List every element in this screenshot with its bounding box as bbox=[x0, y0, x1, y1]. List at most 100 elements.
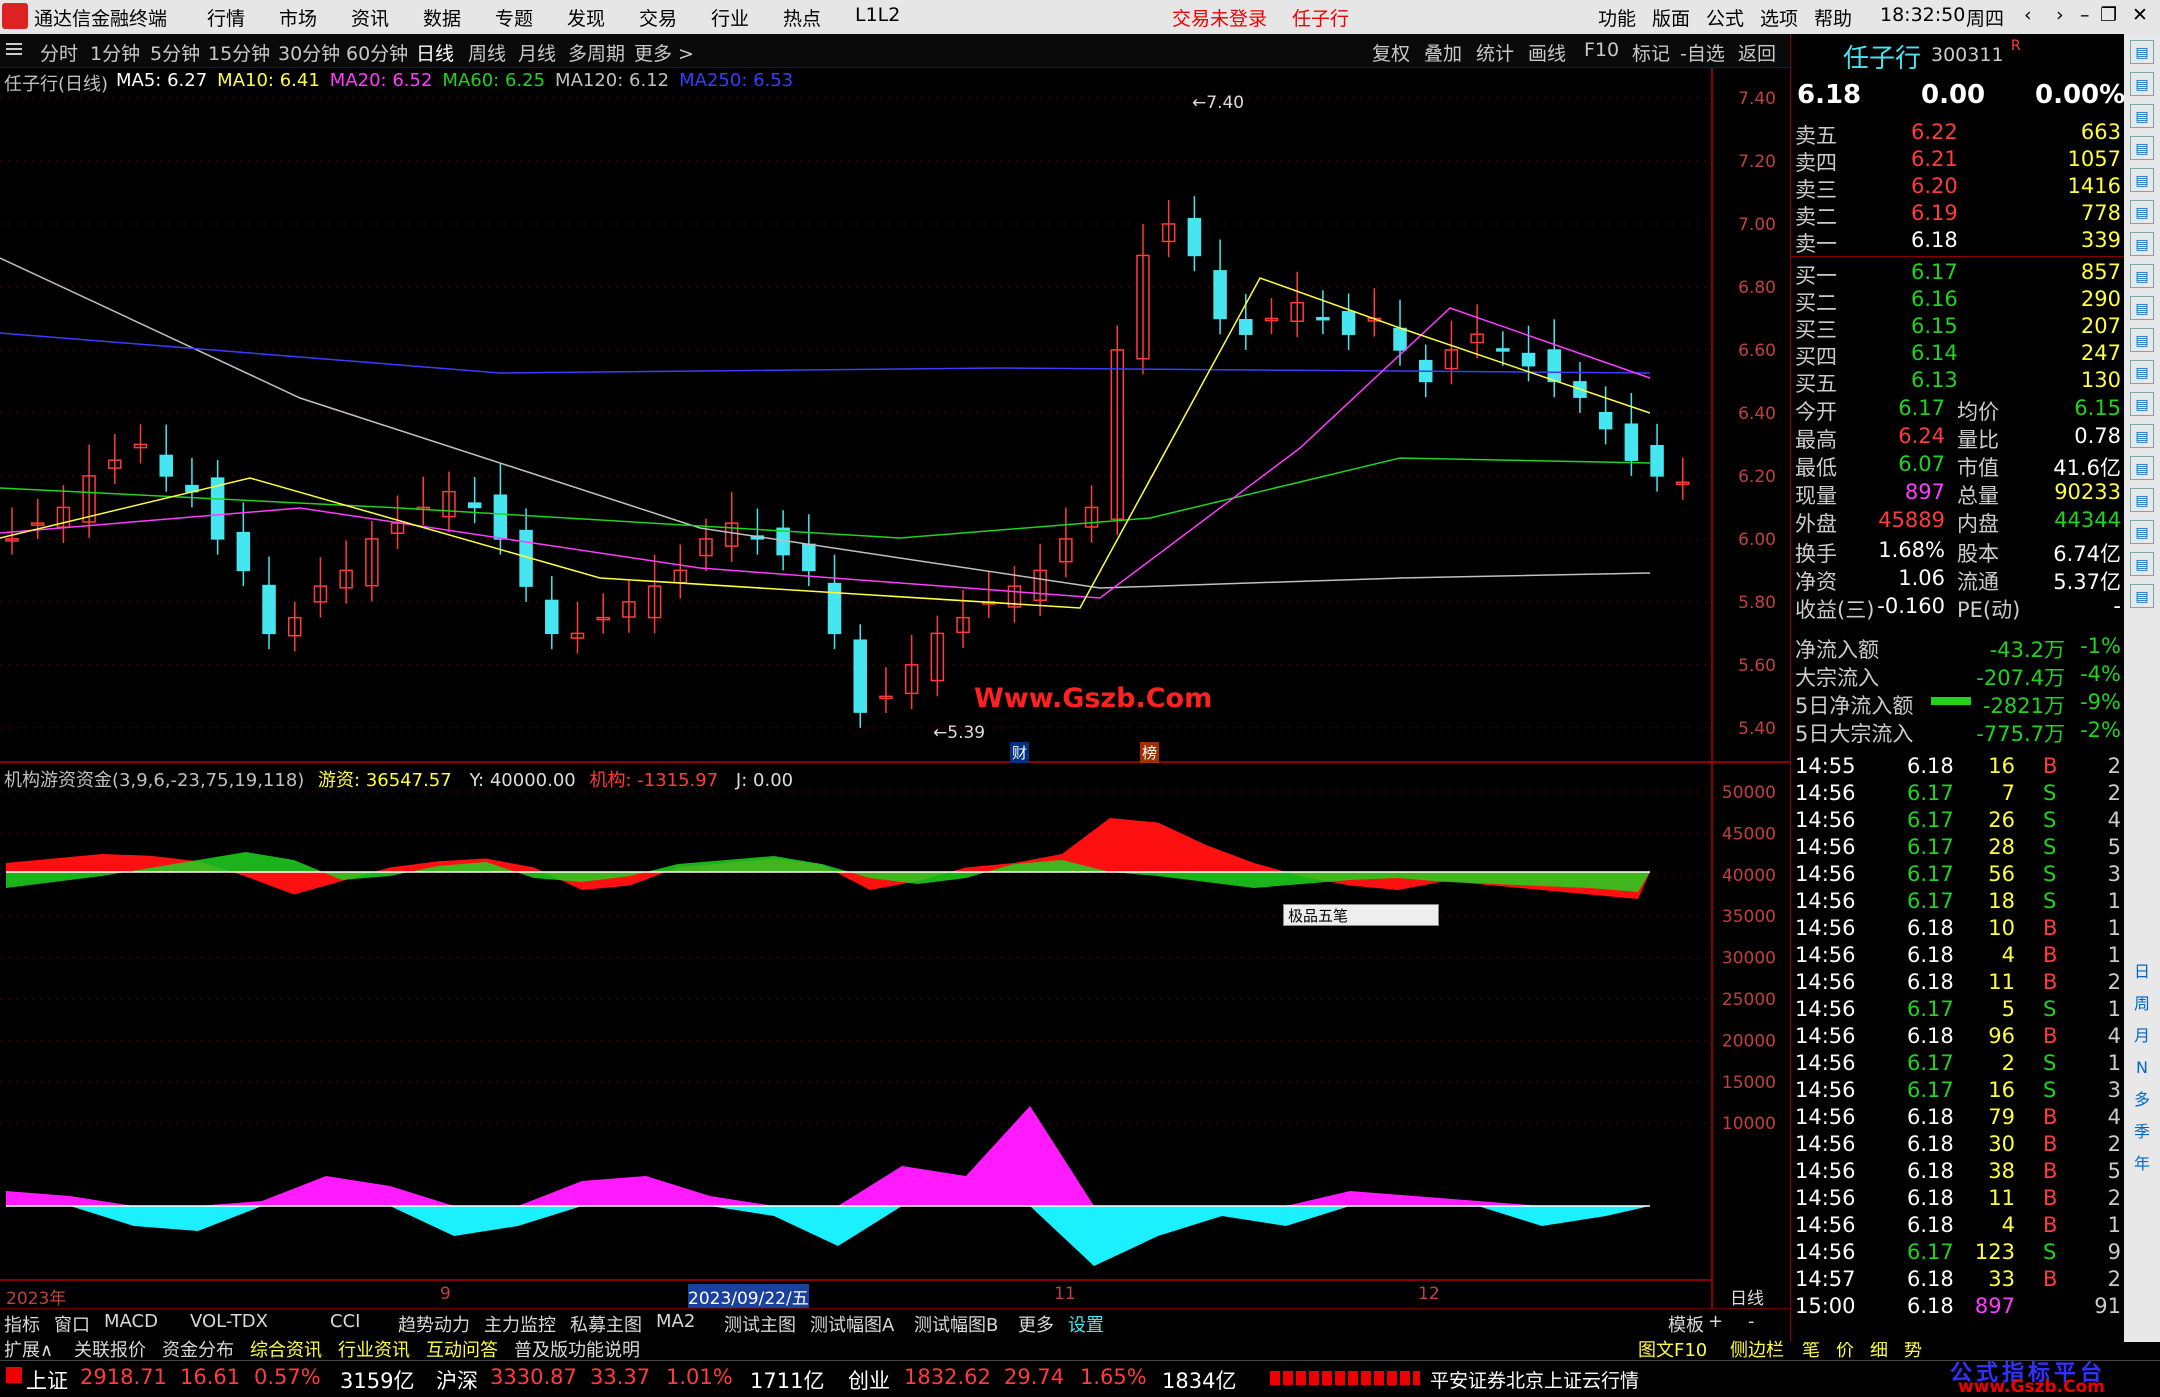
sidebar-tool-icon[interactable]: ▤ bbox=[2130, 136, 2154, 160]
sidebar-tool-icon[interactable]: ▤ bbox=[2130, 424, 2154, 448]
menu-item-jiaoyi[interactable]: 交易 bbox=[639, 4, 677, 31]
login-status[interactable]: 交易未登录 bbox=[1172, 4, 1267, 31]
menu-item-hangqing[interactable]: 行情 bbox=[207, 4, 245, 31]
menu-item-hangye[interactable]: 行业 bbox=[711, 4, 749, 31]
sidebar-period-0[interactable]: 日 bbox=[2130, 960, 2154, 984]
stat2-value: 6.74亿 bbox=[2053, 542, 2121, 566]
period-fenshi[interactable]: 分时 bbox=[40, 39, 78, 66]
period-15min[interactable]: 15分钟 bbox=[208, 39, 270, 66]
btn-diejia[interactable]: 叠加 bbox=[1424, 39, 1462, 66]
sidebar-tool-icon[interactable]: ▤ bbox=[2130, 552, 2154, 576]
menu-item-zixun[interactable]: 资讯 bbox=[351, 4, 389, 31]
tab-indicator-2[interactable]: MACD bbox=[104, 1311, 158, 1332]
menu-xuanxiang[interactable]: 选项 bbox=[1760, 4, 1798, 31]
sidebar-period-6[interactable]: 年 bbox=[2130, 1152, 2154, 1176]
tab-ext-4[interactable]: 行业资讯 bbox=[338, 1336, 410, 1362]
tick-row: 14:56 6.18 96 B 4 bbox=[1791, 1024, 2125, 1051]
period-daily[interactable]: 日线 bbox=[416, 39, 454, 66]
menu-item-shichang[interactable]: 市场 bbox=[279, 4, 317, 31]
sidebar-tool-icon[interactable]: ▤ bbox=[2130, 328, 2154, 352]
sidebar-period-1[interactable]: 周 bbox=[2130, 992, 2154, 1016]
sidebar-tool-icon[interactable]: ▤ bbox=[2130, 72, 2154, 96]
tab-indicator-4[interactable]: CCI bbox=[330, 1311, 360, 1332]
period-1min[interactable]: 1分钟 bbox=[90, 39, 140, 66]
btn-huaxian[interactable]: 画线 bbox=[1528, 39, 1566, 66]
tab-ext-1[interactable]: 关联报价 bbox=[74, 1336, 146, 1362]
xaxis-cursor-date: 2023/09/22/五 bbox=[688, 1284, 809, 1309]
minimize-icon[interactable]: – bbox=[2080, 4, 2090, 26]
cy-label[interactable]: 创业 bbox=[848, 1365, 890, 1395]
menu-icon[interactable] bbox=[6, 43, 22, 55]
menu-banmian[interactable]: 版面 bbox=[1652, 4, 1690, 31]
sh-label[interactable]: 上证 bbox=[26, 1365, 68, 1395]
stat-value: 41.6亿 bbox=[2053, 456, 2121, 480]
tab-ext-6[interactable]: 普及版功能说明 bbox=[514, 1336, 640, 1362]
menu-item-redian[interactable]: 热点 bbox=[783, 4, 821, 31]
back-arrow-icon[interactable]: ‹ bbox=[2024, 4, 2032, 26]
sidebar-period-4[interactable]: 多 bbox=[2130, 1088, 2154, 1112]
ime-toolbar[interactable]: 极品五笔 bbox=[1283, 904, 1439, 926]
close-icon[interactable]: ✕ bbox=[2132, 4, 2148, 26]
server-name[interactable]: 平安证券北京上证云行情 bbox=[1430, 1366, 1639, 1393]
sidebar-tool-icon[interactable]: ▤ bbox=[2130, 360, 2154, 384]
tab-ext-2[interactable]: 资金分布 bbox=[162, 1336, 234, 1362]
tab-ext-right-0[interactable]: 图文F10 bbox=[1638, 1336, 1707, 1362]
sh-pct: 0.57% bbox=[254, 1365, 321, 1389]
menu-item-l1l2[interactable]: L1L2 bbox=[855, 4, 900, 26]
tab-ext-5[interactable]: 互动问答 bbox=[426, 1336, 498, 1362]
sidebar-period-5[interactable]: 季 bbox=[2130, 1120, 2154, 1144]
sidebar-tool-icon[interactable]: ▤ bbox=[2130, 200, 2154, 224]
stat2-label: 股本 bbox=[1957, 542, 1999, 566]
period-60min[interactable]: 60分钟 bbox=[346, 39, 408, 66]
tick-price: 6.17 bbox=[1907, 781, 1954, 805]
indicator-tick: 35000 bbox=[1722, 907, 1776, 927]
btn-tongji[interactable]: 统计 bbox=[1476, 39, 1514, 66]
hs-label[interactable]: 沪深 bbox=[436, 1365, 478, 1395]
tab-right-2[interactable]: - bbox=[1748, 1311, 1755, 1332]
period-5min[interactable]: 5分钟 bbox=[150, 39, 200, 66]
marker-bang[interactable]: 榜 bbox=[1140, 742, 1160, 763]
forward-arrow-icon[interactable]: › bbox=[2056, 4, 2064, 26]
btn-biaoji[interactable]: 标记 bbox=[1632, 39, 1670, 66]
marker-cai[interactable]: 财 bbox=[1010, 742, 1030, 763]
tab-right-1[interactable]: + bbox=[1708, 1311, 1723, 1332]
period-multi[interactable]: 多周期 bbox=[568, 39, 625, 66]
sidebar-tool-icon[interactable]: ▤ bbox=[2130, 584, 2154, 608]
btn-zixuan[interactable]: -自选 bbox=[1680, 39, 1725, 66]
kline-chart[interactable]: 7.40 7.20 7.00 6.80 6.60 6.40 6.20 6.00 5.80 5.60… bbox=[0, 68, 1790, 1308]
sidebar-period-3[interactable]: N bbox=[2130, 1056, 2154, 1080]
btn-fanhui[interactable]: 返回 bbox=[1738, 39, 1776, 66]
period-more[interactable]: 更多 > bbox=[634, 39, 694, 66]
sidebar-tool-icon[interactable]: ▤ bbox=[2130, 232, 2154, 256]
menu-bangzhu[interactable]: 帮助 bbox=[1814, 4, 1852, 31]
sidebar-tool-icon[interactable]: ▤ bbox=[2130, 456, 2154, 480]
restore-icon[interactable]: ❐ bbox=[2100, 4, 2117, 26]
tab-indicator-3[interactable]: VOL-TDX bbox=[190, 1311, 268, 1332]
tick-price: 6.18 bbox=[1907, 1267, 1954, 1291]
sidebar-tool-icon[interactable]: ▤ bbox=[2130, 40, 2154, 64]
menu-item-faxian[interactable]: 发现 bbox=[567, 4, 605, 31]
sidebar-period-2[interactable]: 月 bbox=[2130, 1024, 2154, 1048]
period-monthly[interactable]: 月线 bbox=[518, 39, 556, 66]
sidebar-tool-icon[interactable]: ▤ bbox=[2130, 168, 2154, 192]
menu-gongshi[interactable]: 公式 bbox=[1706, 4, 1744, 31]
sidebar-tool-icon[interactable]: ▤ bbox=[2130, 104, 2154, 128]
tab-ext-3[interactable]: 综合资讯 bbox=[250, 1336, 322, 1362]
sidebar-tool-icon[interactable]: ▤ bbox=[2130, 488, 2154, 512]
menu-gongneng[interactable]: 功能 bbox=[1598, 4, 1636, 31]
period-weekly[interactable]: 周线 bbox=[468, 39, 506, 66]
tab-ext-0[interactable]: 扩展∧ bbox=[4, 1336, 53, 1362]
tab-indicator-8[interactable]: MA2 bbox=[656, 1311, 695, 1332]
btn-fuquan[interactable]: 复权 bbox=[1372, 39, 1410, 66]
sidebar-tool-icon[interactable]: ▤ bbox=[2130, 392, 2154, 416]
menu-item-zhuanti[interactable]: 专题 bbox=[495, 4, 533, 31]
sidebar-tool-icon[interactable]: ▤ bbox=[2130, 520, 2154, 544]
tick-price: 6.17 bbox=[1907, 1051, 1954, 1075]
btn-f10[interactable]: F10 bbox=[1584, 39, 1619, 61]
sidebar-tool-icon[interactable]: ▤ bbox=[2130, 264, 2154, 288]
tick-row: 14:56 6.17 16 S 3 bbox=[1791, 1078, 2125, 1105]
sidebar-tool-icon[interactable]: ▤ bbox=[2130, 296, 2154, 320]
period-30min[interactable]: 30分钟 bbox=[278, 39, 340, 66]
indicator-y: Y: 40000.00 bbox=[469, 770, 576, 791]
menu-item-shuju[interactable]: 数据 bbox=[423, 4, 461, 31]
